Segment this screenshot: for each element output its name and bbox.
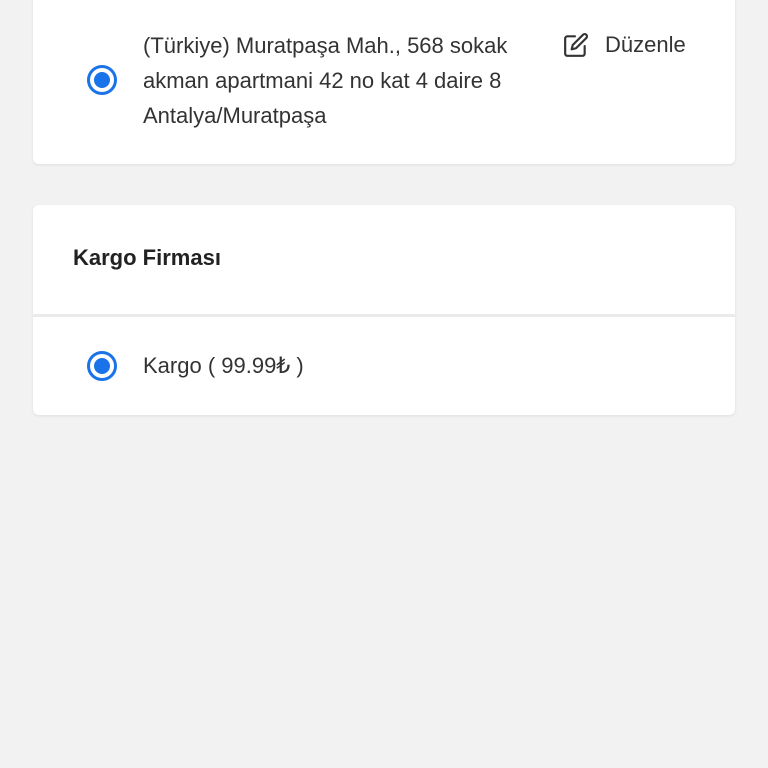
- shipping-company-header: Kargo Firması: [33, 205, 735, 317]
- edit-address-label: Düzenle: [605, 32, 686, 57]
- address-card: (Türkiye) Muratpaşa Mah., 568 sokak akma…: [33, 0, 735, 164]
- shipping-company-title: Kargo Firması: [73, 245, 221, 270]
- address-line: akman apartmani 42 no kat 4 daire 8: [143, 68, 502, 93]
- shipping-option-radio[interactable]: [87, 351, 117, 381]
- shipping-option[interactable]: Kargo ( 99.99₺ ): [33, 317, 735, 415]
- shipping-company-card: Kargo Firması Kargo ( 99.99₺ ): [33, 205, 735, 415]
- address-line: (Türkiye) Muratpaşa Mah., 568 sokak: [143, 33, 508, 58]
- edit-icon: [563, 32, 589, 58]
- address-radio[interactable]: [87, 65, 117, 95]
- address-line: Antalya/Muratpaşa: [143, 103, 327, 128]
- address-text: (Türkiye) Muratpaşa Mah., 568 sokak akma…: [143, 28, 553, 133]
- edit-address-button[interactable]: Düzenle: [563, 30, 686, 60]
- shipping-option-label: Kargo ( 99.99₺ ): [143, 353, 304, 378]
